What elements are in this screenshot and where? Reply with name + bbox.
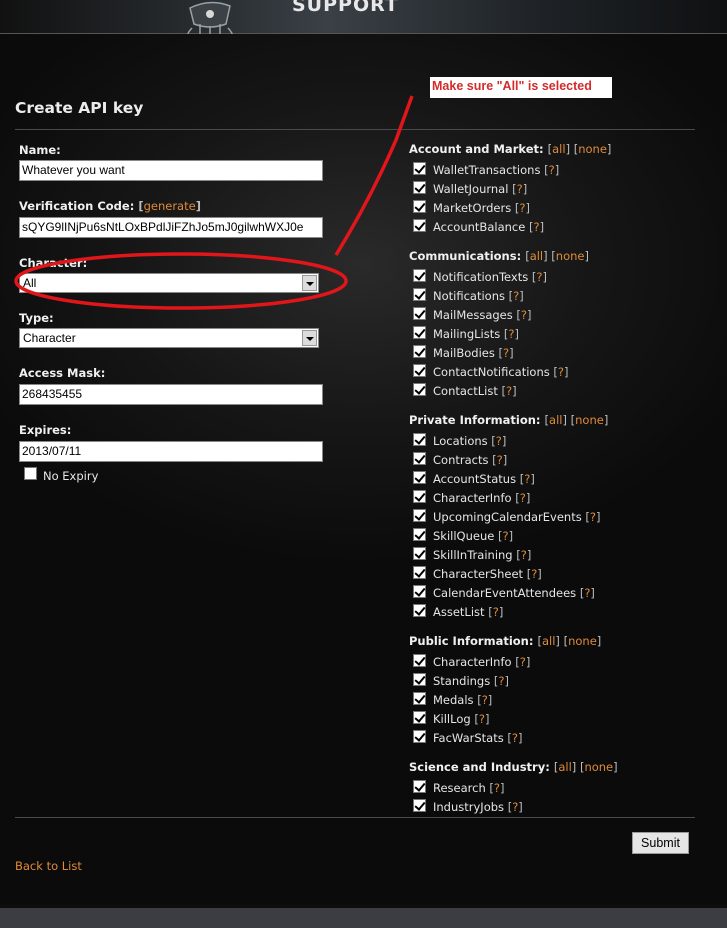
create-api-key-form: Create API key Name: Whatever you want V…: [0, 0, 727, 928]
section-title-science-industry: Science and Industry: [all] [none]: [409, 760, 618, 774]
select-all-link[interactable]: all: [530, 249, 543, 263]
select-none-link[interactable]: none: [556, 249, 585, 263]
access-mask-label: Access Mask:: [19, 366, 106, 380]
permission-checkbox[interactable]: [413, 162, 426, 175]
no-expiry-label: No Expiry: [43, 469, 99, 483]
permission-checkbox[interactable]: [413, 509, 426, 522]
chevron-down-icon[interactable]: [302, 275, 317, 291]
permission-checkbox[interactable]: [413, 654, 426, 667]
bottom-divider: [15, 817, 695, 818]
select-all-link[interactable]: all: [558, 760, 571, 774]
permission-checkbox[interactable]: [413, 604, 426, 617]
permission-checkbox[interactable]: [413, 528, 426, 541]
permission-checkbox[interactable]: [413, 452, 426, 465]
character-select[interactable]: All: [19, 273, 319, 293]
annotation-note: Make sure "All" is selected: [430, 77, 612, 98]
section-title-communications: Communications: [all] [none]: [409, 249, 589, 263]
submit-button[interactable]: Submit: [632, 832, 689, 854]
expires-input[interactable]: 2013/07/11: [19, 441, 323, 462]
back-to-list-link[interactable]: Back to List: [15, 859, 82, 873]
permission-checkbox[interactable]: [413, 269, 426, 282]
permission-checkbox[interactable]: [413, 219, 426, 232]
permission-checkbox[interactable]: [413, 471, 426, 484]
permission-checkbox[interactable]: [413, 345, 426, 358]
permission-checkbox[interactable]: [413, 692, 426, 705]
verification-code-label: Verification Code:: [19, 199, 135, 213]
select-all-link[interactable]: all: [542, 634, 555, 648]
chevron-down-icon[interactable]: [302, 330, 317, 346]
select-all-link[interactable]: all: [549, 413, 562, 427]
permission-checkbox[interactable]: [413, 433, 426, 446]
permission-checkbox[interactable]: [413, 730, 426, 743]
character-label: Character:: [19, 256, 88, 270]
section-title-public-information: Public Information: [all] [none]: [409, 634, 602, 648]
permission-checkbox[interactable]: [413, 200, 426, 213]
permission-checkbox[interactable]: [413, 673, 426, 686]
access-mask-input[interactable]: 268435455: [19, 384, 323, 405]
permission-checkbox[interactable]: [413, 364, 426, 377]
select-none-link[interactable]: none: [575, 413, 604, 427]
section-title-private-information: Private Information: [all] [none]: [409, 413, 609, 427]
select-none-link[interactable]: none: [578, 142, 607, 156]
type-select-value: Character: [23, 331, 76, 345]
type-select[interactable]: Character: [19, 328, 319, 348]
verification-code-row: Verification Code: [generate]: [19, 199, 201, 213]
permission-checkbox[interactable]: [413, 288, 426, 301]
permission-checkbox[interactable]: [413, 780, 426, 793]
permission-checkbox[interactable]: [413, 307, 426, 320]
no-expiry-checkbox[interactable]: [24, 467, 37, 480]
type-label: Type:: [19, 311, 54, 325]
permission-checkbox[interactable]: [413, 566, 426, 579]
permission-checkbox[interactable]: [413, 799, 426, 812]
permission-checkbox[interactable]: [413, 326, 426, 339]
permission-checkbox[interactable]: [413, 585, 426, 598]
expires-label: Expires:: [19, 423, 72, 437]
name-input[interactable]: Whatever you want: [19, 160, 323, 181]
generate-link[interactable]: generate: [144, 199, 196, 213]
select-none-link[interactable]: none: [568, 634, 597, 648]
permission-checkbox[interactable]: [413, 711, 426, 724]
permission-checkbox[interactable]: [413, 490, 426, 503]
select-all-link[interactable]: all: [552, 142, 565, 156]
page-title: Create API key: [15, 99, 144, 117]
verification-code-input[interactable]: sQYG9lINjPu6sNtLOxBPdlJiFZhJo5mJ0gilwhWX…: [19, 217, 323, 238]
name-label: Name:: [19, 143, 61, 157]
top-divider: [15, 129, 695, 130]
footer-bar: [0, 908, 727, 928]
permission-checkbox[interactable]: [413, 547, 426, 560]
permission-checkbox[interactable]: [413, 383, 426, 396]
permission-checkbox[interactable]: [413, 181, 426, 194]
section-title-account-market: Account and Market: [all] [none]: [409, 142, 612, 156]
character-select-value: All: [23, 276, 37, 290]
select-none-link[interactable]: none: [584, 760, 613, 774]
